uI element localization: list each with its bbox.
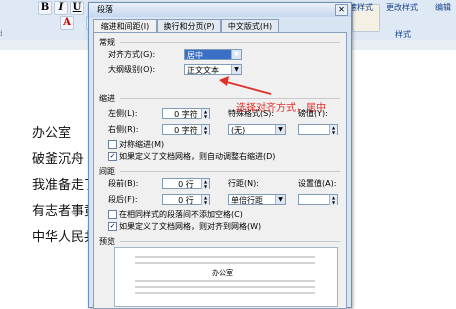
chevron-down-icon[interactable]: ▼	[275, 125, 285, 134]
line-spacing-value: 单倍行距	[231, 196, 263, 205]
space-after-spinner[interactable]: 0 行 ▲ ▼	[162, 194, 210, 205]
preview-line	[135, 280, 315, 282]
spacing-at-spinner[interactable]: ▲ ▼	[298, 194, 338, 205]
bold-button[interactable]: B	[38, 1, 52, 15]
preview-section-title: 预览	[99, 237, 115, 246]
spin-down-icon[interactable]: ▼	[329, 200, 337, 205]
general-section-title: 常规	[99, 38, 115, 47]
font-color-button[interactable]: A	[60, 16, 74, 30]
preview-box: 办公室	[114, 247, 338, 307]
annotation-text: 选择对齐方式，居中	[236, 103, 326, 114]
preview-line	[135, 292, 315, 294]
preview-sample-text: 办公室	[212, 269, 233, 277]
chevron-down-icon[interactable]: ▼	[275, 195, 285, 204]
space-before-spinner[interactable]: 0 行 ▲ ▼	[162, 178, 210, 189]
snap-to-grid-label: 如果定义了文档网格，则对齐到网格(W)	[119, 222, 262, 231]
chevron-down-icon[interactable]: ▼	[231, 50, 241, 59]
left-indent-label: 左侧(L):	[108, 109, 138, 118]
clipboard-group-label: ⁞	[0, 29, 3, 38]
annotation-arrow-icon	[219, 76, 272, 95]
preview-line	[135, 262, 315, 264]
preview-line	[135, 286, 315, 288]
spacing-at-label: 设置值(A):	[298, 179, 337, 188]
underline-button[interactable]: U	[70, 1, 84, 15]
spin-down-icon[interactable]: ▼	[201, 184, 209, 189]
spin-down-icon[interactable]: ▼	[329, 130, 337, 135]
spin-down-icon[interactable]: ▼	[201, 114, 209, 119]
preview-line	[135, 256, 315, 258]
right-indent-label: 右侧(R):	[108, 125, 139, 134]
auto-adjust-indent-label: 如果定义了文档网格，则自动调整右缩进(D)	[119, 152, 276, 161]
no-space-same-style-label: 在相同样式的段落间不添加空格(C)	[119, 210, 243, 219]
alignment-select[interactable]: 居中 ▼	[184, 49, 242, 60]
alignment-label: 对齐方式(G):	[108, 50, 156, 59]
tab-asian-typography[interactable]: 中文版式(H)	[221, 19, 279, 33]
right-indent-spinner[interactable]: 0 字符 ▲ ▼	[162, 124, 210, 135]
line-spacing-select[interactable]: 单倍行距 ▼	[228, 194, 286, 205]
snap-to-grid-checkbox[interactable]: ✓	[108, 222, 117, 231]
doc-line: 办公室	[32, 126, 72, 141]
left-indent-value: 0 字符	[174, 110, 198, 119]
line-spacing-label: 行距(N):	[228, 179, 259, 188]
indent-by-spinner[interactable]: ▲ ▼	[298, 124, 338, 135]
change-styles-label[interactable]: 更改样式	[386, 2, 418, 13]
space-after-label: 段后(F):	[108, 195, 138, 204]
space-after-value: 0 行	[178, 196, 194, 205]
editing-label[interactable]: 编辑	[435, 2, 451, 13]
space-before-value: 0 行	[178, 180, 194, 189]
styles-group-label: 样式	[395, 30, 411, 39]
alignment-value: 居中	[187, 51, 203, 60]
divider	[120, 42, 340, 43]
spin-down-icon[interactable]: ▼	[201, 200, 209, 205]
mirror-indent-checkbox[interactable]	[108, 140, 117, 149]
paragraph-dialog: 段落 ✕ 缩进和间距(I) 换行和分页(P) 中文版式(H) 常规 对齐方式(G…	[88, 2, 352, 309]
right-indent-value: 0 字符	[174, 126, 198, 135]
special-indent-select[interactable]: (无) ▼	[228, 124, 286, 135]
mirror-indent-label: 对称缩进(M)	[119, 140, 165, 149]
left-indent-spinner[interactable]: 0 字符 ▲ ▼	[162, 108, 210, 119]
indent-section-title: 缩进	[99, 94, 115, 103]
dialog-titlebar[interactable]: 段落 ✕	[89, 3, 351, 17]
outline-level-label: 大纲级别(O):	[108, 65, 156, 74]
space-before-label: 段前(B):	[108, 179, 139, 188]
special-indent-value: (无)	[231, 126, 246, 135]
doc-line: 破釜沉舟	[32, 152, 85, 167]
divider	[120, 241, 340, 242]
tab-line-page-breaks[interactable]: 换行和分页(P)	[157, 19, 221, 33]
italic-button[interactable]: I	[54, 1, 68, 15]
dialog-title: 段落	[97, 5, 113, 14]
no-space-same-style-checkbox[interactable]	[108, 210, 117, 219]
divider	[120, 171, 340, 172]
auto-adjust-indent-checkbox[interactable]: ✓	[108, 152, 117, 161]
spacing-section-title: 间距	[99, 167, 115, 176]
spin-down-icon[interactable]: ▼	[201, 130, 209, 135]
close-button[interactable]: ✕	[335, 4, 348, 16]
